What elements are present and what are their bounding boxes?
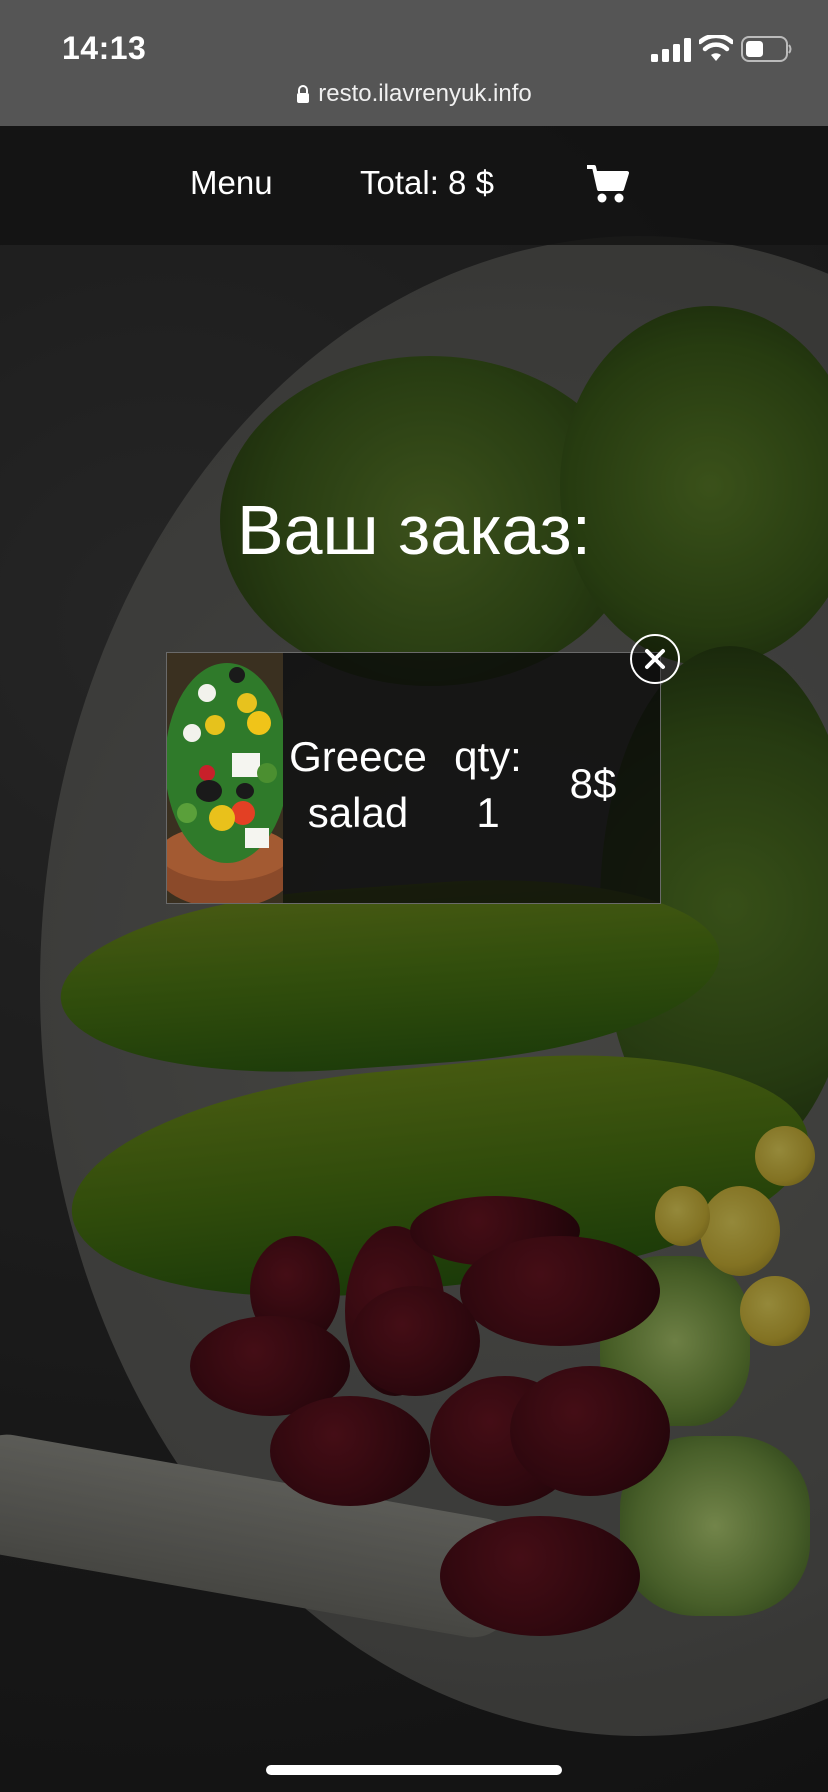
wifi-icon	[699, 35, 733, 61]
nav-menu-link[interactable]: Menu	[190, 164, 273, 202]
url-bar[interactable]: resto.ilavrenyuk.info	[0, 80, 828, 108]
shopping-cart-icon[interactable]	[587, 164, 629, 204]
background-food-image	[0, 126, 828, 1792]
status-time: 14:13	[62, 30, 147, 66]
item-name-line2: salad	[307, 789, 409, 836]
item-quantity: qty: 1	[433, 729, 543, 841]
home-indicator	[266, 1765, 562, 1775]
item-name-line1: Greece	[289, 733, 427, 780]
browser-bar: 14:13 resto.ilavrenyuk.info	[0, 0, 828, 126]
lock-icon	[297, 85, 310, 103]
item-qty-label: qty:	[454, 733, 522, 780]
item-name: Greece salad	[283, 729, 433, 841]
remove-item-button[interactable]	[630, 634, 680, 684]
greece-salad-image	[167, 653, 283, 903]
battery-icon	[741, 36, 792, 62]
item-qty-value: 1	[476, 789, 500, 836]
url-text: resto.ilavrenyuk.info	[318, 80, 532, 107]
item-price: 8$	[569, 760, 617, 807]
order-item: Greece salad qty: 1 8$	[166, 652, 661, 904]
signal-icon	[651, 38, 691, 62]
order-title: Ваш заказ:	[236, 491, 592, 569]
nav-total: Total: 8 $	[360, 164, 494, 201]
close-icon	[645, 649, 665, 669]
